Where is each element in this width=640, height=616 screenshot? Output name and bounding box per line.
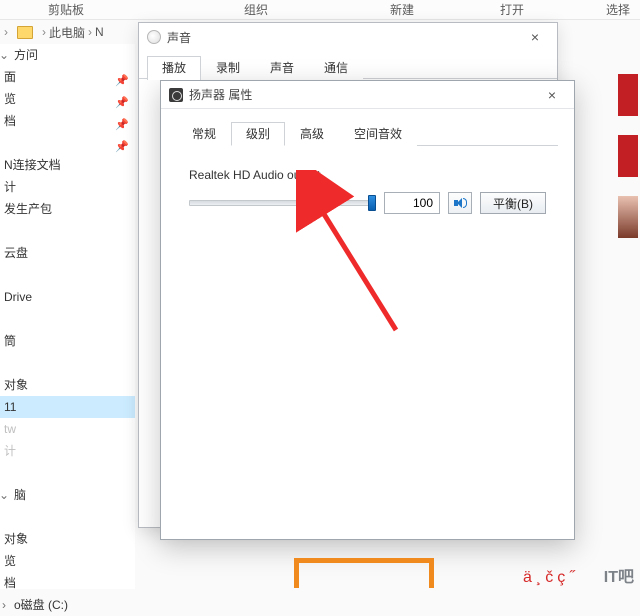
watermark: IT吧 [604, 563, 634, 587]
balance-button[interactable]: 平衡(B) [480, 192, 546, 214]
watermark: ä¸čç˝ [523, 569, 579, 587]
tab-levels[interactable]: 级别 [231, 122, 285, 146]
tab-spatial[interactable]: 空间音效 [339, 122, 417, 146]
nav-item[interactable]: tw [0, 418, 135, 440]
pin-icon: 📌 [115, 136, 127, 148]
nav-item[interactable] [0, 308, 135, 330]
ribbon-open: 打开 [500, 1, 524, 18]
nav-item[interactable]: 览 [0, 550, 135, 572]
nav-item[interactable] [0, 264, 135, 286]
nav-item[interactable]: 览📌 [0, 88, 135, 110]
crumb-root[interactable]: 此电脑 [49, 24, 85, 41]
device-label: Realtek HD Audio output [189, 168, 546, 182]
annotation-highlight [294, 558, 434, 588]
nav-item[interactable] [0, 506, 135, 528]
nav-item[interactable]: 📌 [0, 132, 135, 154]
sound-icon [147, 30, 161, 44]
speaker-icon [169, 88, 183, 102]
tab-recording[interactable]: 录制 [201, 56, 255, 80]
chevron-right-icon[interactable]: › [0, 594, 9, 616]
ribbon-select: 选择 [606, 1, 630, 18]
chevron-right-icon: › [42, 25, 46, 39]
chevron-down-icon[interactable]: ⌄ [0, 484, 9, 506]
pin-icon: 📌 [115, 114, 127, 126]
explorer-nav[interactable]: ⌄方问 面📌 览📌 档📌 📌 N连接文档 计 发生产包 云盘 Drive 筒 对… [0, 44, 135, 589]
crumb-next[interactable]: N [95, 25, 104, 39]
explorer-ribbon: 剪贴板 组织 新建 打开 选择 [0, 0, 640, 20]
nav-item-selected[interactable]: 11 [0, 396, 135, 418]
pin-icon: 📌 [115, 70, 127, 82]
sound-tabs: 播放 录制 声音 通信 [139, 55, 557, 79]
file-thumbnail[interactable] [618, 135, 638, 177]
tab-advanced[interactable]: 高级 [285, 122, 339, 146]
nav-item[interactable] [0, 462, 135, 484]
file-thumbnail[interactable] [618, 196, 638, 238]
nav-item[interactable]: 云盘 [0, 242, 135, 264]
nav-item[interactable]: 档📌 [0, 110, 135, 132]
chevron-right-icon: › [88, 25, 92, 39]
nav-item[interactable] [0, 220, 135, 242]
nav-item[interactable]: N连接文档 [0, 154, 135, 176]
close-button[interactable]: × [538, 87, 566, 103]
dialog-title: 声音 [167, 29, 521, 46]
nav-item[interactable]: ⌄脑 [0, 484, 135, 506]
dialog-titlebar[interactable]: 扬声器 属性 × [161, 81, 574, 109]
nav-item[interactable]: 计 [0, 176, 135, 198]
nav-item[interactable]: 面📌 [0, 66, 135, 88]
close-button[interactable]: × [521, 29, 549, 45]
nav-item[interactable] [0, 352, 135, 374]
slider-thumb[interactable] [368, 195, 376, 211]
ribbon-new: 新建 [390, 1, 414, 18]
volume-slider[interactable] [189, 195, 376, 211]
properties-tabs: 常规 级别 高级 空间音效 [177, 121, 558, 146]
nav-item[interactable]: 计 [0, 440, 135, 462]
nav-item[interactable]: 筒 [0, 330, 135, 352]
volume-input[interactable] [384, 192, 440, 214]
nav-item[interactable]: ›o磁盘 (C:) [0, 594, 135, 616]
tab-playback[interactable]: 播放 [147, 56, 201, 80]
file-thumbnail[interactable] [618, 74, 638, 116]
speaker-properties-dialog: 扬声器 属性 × 常规 级别 高级 空间音效 Realtek HD Audio … [160, 80, 575, 540]
speaker-icon [454, 197, 466, 209]
dialog-title: 扬声器 属性 [189, 86, 538, 103]
nav-item[interactable]: 发生产包 [0, 198, 135, 220]
folder-icon [17, 26, 33, 39]
nav-item[interactable]: 对象 [0, 374, 135, 396]
ribbon-clipboard: 剪贴板 [48, 1, 84, 18]
ribbon-organize: 组织 [244, 1, 268, 18]
chevron-up-icon[interactable]: › [4, 25, 8, 39]
mute-button[interactable] [448, 192, 472, 214]
nav-item[interactable]: 档 [0, 572, 135, 594]
tab-comm[interactable]: 通信 [309, 56, 363, 80]
dialog-titlebar[interactable]: 声音 × [139, 23, 557, 51]
tab-general[interactable]: 常规 [177, 122, 231, 146]
tab-sounds[interactable]: 声音 [255, 56, 309, 80]
pin-icon: 📌 [115, 92, 127, 104]
nav-item[interactable]: 对象 [0, 528, 135, 550]
nav-item[interactable]: ⌄方问 [0, 44, 135, 66]
nav-item[interactable]: Drive [0, 286, 135, 308]
chevron-down-icon[interactable]: ⌄ [0, 44, 9, 66]
